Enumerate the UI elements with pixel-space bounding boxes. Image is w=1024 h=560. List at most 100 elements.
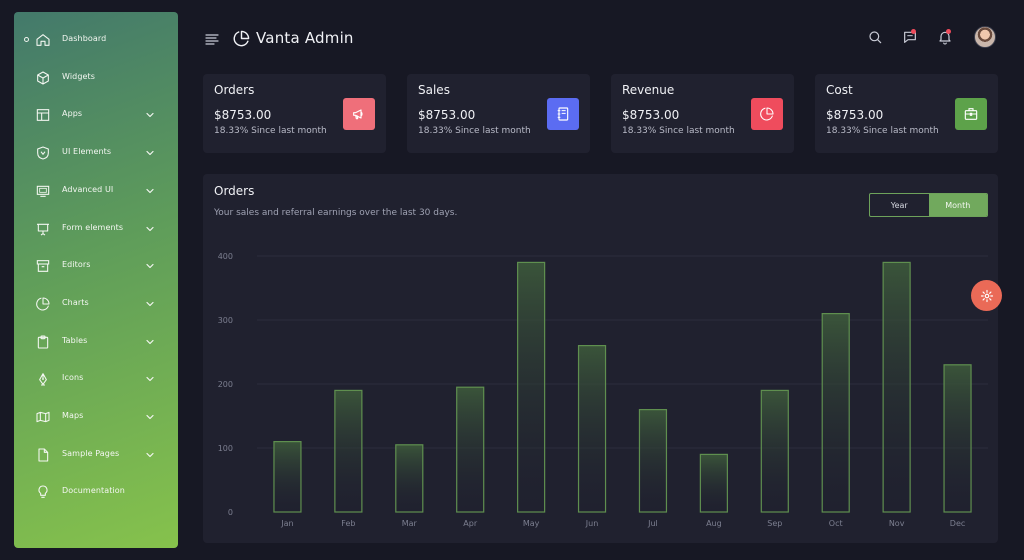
search-icon[interactable]: [867, 29, 883, 45]
x-tick-label: Oct: [829, 519, 843, 528]
x-tick-label: May: [523, 519, 540, 528]
y-tick-label: 0: [228, 508, 233, 517]
x-tick-label: Jul: [647, 519, 658, 528]
cost-stat-card: Cost $8753.00 18.33% Since last month: [815, 74, 998, 153]
notification-badge: [946, 29, 951, 34]
sidebar-item-widgets[interactable]: Widgets: [14, 63, 178, 93]
y-tick-label: 400: [218, 252, 233, 261]
sidebar-item-charts[interactable]: Charts: [14, 289, 178, 319]
layout-icon: [35, 107, 51, 123]
chevron-down-icon[interactable]: [145, 261, 155, 271]
card-title: Sales: [418, 83, 450, 97]
x-tick-label: Jun: [585, 519, 599, 528]
sidebar-item-dashboard[interactable]: Dashboard: [14, 25, 178, 55]
card-value: $8753.00: [214, 108, 272, 122]
chevron-down-icon[interactable]: [145, 450, 155, 460]
sidebar-item-label: Maps: [62, 411, 84, 420]
bar-mar[interactable]: [395, 444, 424, 513]
home-icon: [35, 32, 51, 48]
sidebar-item-advanced-ui[interactable]: Advanced UI: [14, 176, 178, 206]
bar-nov[interactable]: [882, 261, 911, 513]
clipboard-icon: [35, 334, 51, 350]
sidebar-item-label: UI Elements: [62, 147, 112, 157]
bar-apr[interactable]: [456, 386, 485, 513]
hamburger-icon[interactable]: [205, 30, 219, 45]
chevron-down-icon[interactable]: [145, 299, 155, 309]
file-icon: [35, 447, 51, 463]
chevron-down-icon[interactable]: [145, 374, 155, 384]
sidebar-item-tables[interactable]: Tables: [14, 327, 178, 357]
sidebar-item-apps[interactable]: Apps: [14, 100, 178, 130]
month-toggle-button[interactable]: Month: [928, 194, 987, 216]
orders-chart-panel: 0 100 200 300 400 Jan Feb Mar Apr May Jun Jul Aug Sep…: [203, 174, 998, 543]
archive-icon: [35, 258, 51, 274]
cube-icon: [35, 70, 51, 86]
sidebar-item-label: Widgets: [62, 71, 96, 81]
sidebar-item-ui-elements[interactable]: UI Elements: [14, 138, 178, 168]
shield-icon: [35, 145, 51, 161]
sidebar-item-label: Icons: [62, 373, 84, 383]
card-value: $8753.00: [418, 108, 476, 122]
settings-button[interactable]: [971, 280, 1002, 311]
map-icon: [35, 409, 51, 425]
sidebar-item-documentation[interactable]: Documentation: [14, 477, 178, 507]
chevron-down-icon[interactable]: [145, 412, 155, 422]
app-title: Vanta Admin: [256, 29, 354, 47]
period-toggle: Year Month: [869, 193, 988, 217]
chart-title: Orders: [214, 184, 255, 198]
card-change: 18.33% Since last month: [418, 126, 531, 136]
sidebar-item-label: Dashboard: [62, 34, 107, 43]
bar-jul[interactable]: [638, 409, 668, 513]
sidebar-item-label: Apps: [62, 109, 83, 119]
pie-chart-icon: [35, 296, 51, 312]
bar-feb[interactable]: [334, 389, 363, 513]
card-change: 18.33% Since last month: [622, 126, 735, 136]
card-value: $8753.00: [622, 108, 680, 122]
year-toggle-button[interactable]: Year: [870, 194, 929, 216]
card-title: Cost: [826, 83, 853, 97]
sidebar-item-label: Editors: [62, 260, 91, 270]
orders-bar-chart: 0 100 200 300 400 Jan Feb Mar Apr May Jun Jul Aug Sep…: [218, 252, 988, 528]
bar-may[interactable]: [517, 261, 546, 513]
notebook-icon: [547, 98, 579, 130]
lightbulb-icon: [35, 484, 51, 500]
chevron-down-icon[interactable]: [145, 186, 155, 196]
sidebar-item-editors[interactable]: Editors: [14, 251, 178, 281]
x-tick-label: Mar: [402, 519, 418, 528]
bar-jan[interactable]: [273, 441, 302, 513]
sidebar-item-sample-pages[interactable]: Sample Pages: [14, 440, 178, 470]
x-tick-label: Nov: [889, 519, 905, 528]
card-change: 18.33% Since last month: [214, 126, 327, 136]
x-tick-label: Jan: [280, 519, 293, 528]
sidebar: Dashboard Widgets Apps UI Elements Advanced …: [14, 12, 178, 548]
sidebar-item-maps[interactable]: Maps: [14, 402, 178, 432]
briefcase-icon: [955, 98, 987, 130]
revenue-stat-card: Revenue $8753.00 18.33% Since last month: [611, 74, 794, 153]
bar-jun[interactable]: [577, 345, 607, 513]
bar-oct[interactable]: [821, 313, 850, 513]
avatar[interactable]: [974, 26, 996, 48]
chevron-down-icon[interactable]: [145, 148, 155, 158]
x-tick-label: Sep: [767, 519, 782, 528]
sidebar-item-form-elements[interactable]: Form elements: [14, 214, 178, 244]
sales-stat-card: Sales $8753.00 18.33% Since last month: [407, 74, 590, 153]
sidebar-item-label: Advanced UI: [62, 184, 114, 194]
orders-stat-card: Orders $8753.00 18.33% Since last month: [203, 74, 386, 153]
pen-tool-icon: [35, 371, 51, 387]
y-tick-label: 300: [218, 316, 233, 325]
pie-chart-icon: [233, 30, 250, 47]
chevron-down-icon[interactable]: [145, 110, 155, 120]
sidebar-item-label: Documentation: [62, 486, 125, 496]
x-tick-label: Apr: [463, 519, 478, 528]
x-tick-label: Aug: [706, 519, 722, 528]
bar-aug[interactable]: [699, 453, 728, 513]
card-title: Orders: [214, 83, 255, 97]
sidebar-item-icons[interactable]: Icons: [14, 364, 178, 394]
chevron-down-icon[interactable]: [145, 224, 155, 234]
sidebar-item-label: Form elements: [62, 222, 124, 232]
bar-dec[interactable]: [943, 364, 972, 513]
megaphone-icon: [343, 98, 375, 130]
bar-sep[interactable]: [760, 389, 789, 513]
chevron-down-icon[interactable]: [145, 337, 155, 347]
pie-chart-icon: [751, 98, 783, 130]
